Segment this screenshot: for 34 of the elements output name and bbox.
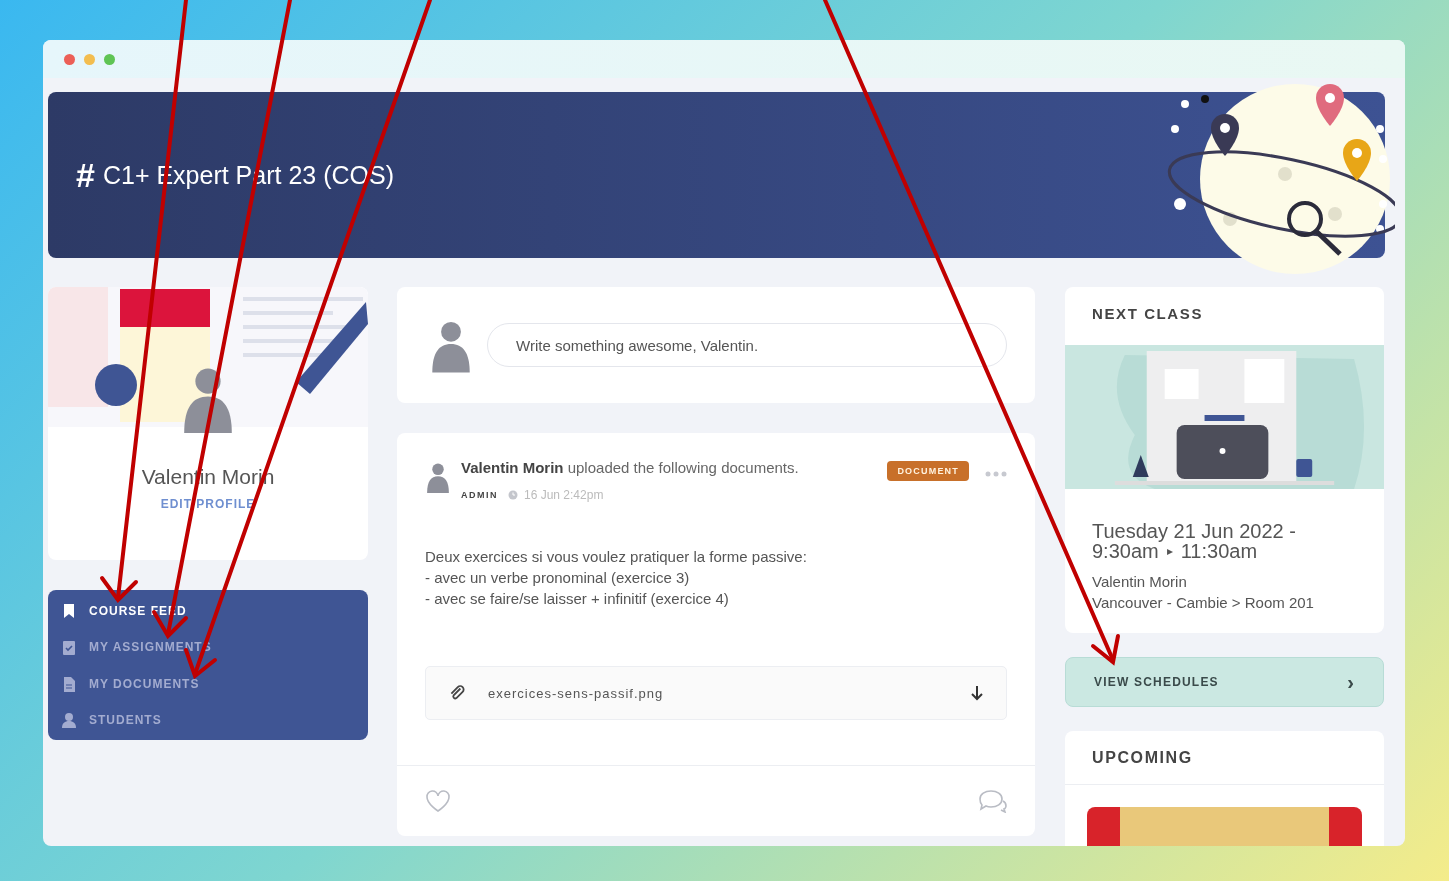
clipboard-check-icon bbox=[61, 639, 77, 656]
download-icon[interactable] bbox=[970, 685, 984, 701]
comment-icon[interactable] bbox=[977, 789, 1007, 813]
separator-icon: ▸ bbox=[1166, 541, 1173, 561]
minimize-dot-icon[interactable] bbox=[84, 53, 95, 65]
role-label: ADMIN bbox=[461, 490, 498, 500]
paperclip-icon bbox=[448, 684, 466, 702]
post-headline: Valentin Morin uploaded the following documents. bbox=[461, 459, 800, 476]
hash-icon: # bbox=[76, 155, 95, 195]
person-icon bbox=[61, 712, 77, 728]
close-dot-icon[interactable] bbox=[64, 53, 75, 65]
attachment-row[interactable]: exercices-sens-passif.png bbox=[425, 666, 1007, 720]
nav-item[interactable]: MY DOCUMENTS bbox=[48, 671, 368, 696]
avatar-silhouette-icon bbox=[425, 461, 451, 493]
nav-item[interactable]: STUDENTS bbox=[48, 708, 368, 732]
post-input-field[interactable]: Write something awesome, Valentin. bbox=[487, 323, 1007, 367]
class-date: Tuesday 21 Jun 2022 - bbox=[1092, 521, 1297, 541]
more-options-icon[interactable] bbox=[985, 471, 1007, 477]
class-end-time: 11:30am bbox=[1180, 541, 1258, 561]
bookmark-icon bbox=[61, 603, 77, 619]
maximize-dot-icon[interactable] bbox=[104, 53, 115, 65]
document-tag: DOCUMENT bbox=[887, 461, 969, 481]
post-time: 16 Jun 2:42pm bbox=[524, 488, 604, 502]
class-location: Vancouver - Cambie > Room 201 bbox=[1092, 593, 1315, 613]
card-heading: UPCOMING bbox=[1065, 731, 1384, 785]
post-body: Deux exercices si vous voulez pratiquer la forme passive: - avec un verbe pronominal (exercice 3) - avec se faire/se laisser + infinitif (exercice 4) bbox=[424, 547, 808, 609]
like-heart-icon[interactable] bbox=[425, 789, 451, 813]
clock-icon bbox=[508, 490, 518, 500]
view-schedules-button[interactable]: VIEW SCHEDULES › bbox=[1065, 657, 1384, 707]
teacher-name: Valentin Morin bbox=[1092, 572, 1188, 592]
document-icon bbox=[61, 675, 77, 692]
attachment-filename: exercices-sens-passif.png bbox=[488, 685, 665, 701]
class-start-time: 9:30am bbox=[1092, 541, 1159, 561]
card-heading: NEXT CLASS bbox=[1091, 304, 1204, 324]
